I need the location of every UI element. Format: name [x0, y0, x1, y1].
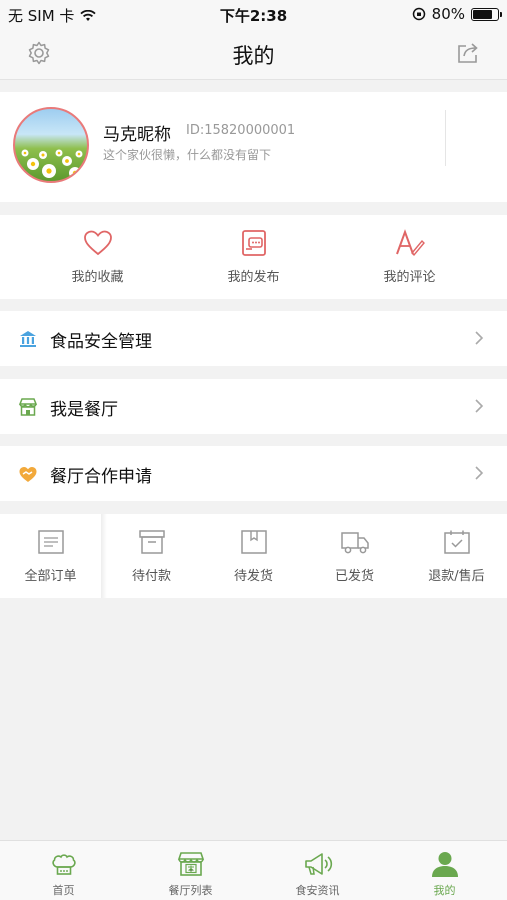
tab-food-safety-news[interactable]: 食安资讯 — [254, 841, 381, 900]
quick-actions: 我的收藏 我的发布 我的评论 — [0, 215, 507, 299]
nav-bar: 我的 — [0, 28, 507, 80]
chevron-right-icon — [475, 331, 484, 345]
daisy-field-image — [21, 149, 83, 179]
chevron-right-icon — [475, 466, 484, 480]
menu-row-label: 食品安全管理 — [50, 332, 152, 352]
menu-row-cooperation[interactable]: 餐厅合作申请 — [0, 446, 507, 501]
quick-action-label: 我的评论 — [383, 270, 436, 285]
quick-action-comments[interactable]: 我的评论 — [325, 215, 494, 299]
quick-action-label: 我的发布 — [227, 270, 280, 285]
menu-row-label: 餐厅合作申请 — [50, 467, 152, 487]
tab-bar: 首页 餐厅列表 食安资讯 我的 — [0, 840, 507, 900]
order-label: 已发货 — [334, 569, 374, 584]
user-bio: 这个家伙很懒，什么都没有留下 — [103, 148, 272, 162]
chevron-right-icon — [475, 399, 484, 413]
battery-icon — [471, 7, 502, 21]
heart-icon — [83, 230, 112, 256]
tab-home[interactable]: 首页 — [0, 841, 127, 900]
megaphone-icon — [304, 853, 332, 875]
orientation-lock-icon — [412, 7, 425, 21]
share-icon[interactable] — [455, 40, 481, 66]
tab-label: 我的 — [433, 884, 456, 897]
package-icon — [240, 530, 267, 554]
bank-icon — [20, 331, 36, 347]
order-label: 全部订单 — [24, 569, 77, 584]
status-bar: 无 SIM 卡 下午2:38 80% — [0, 0, 507, 28]
menu-row-label: 我是餐厅 — [50, 400, 118, 420]
tab-label: 首页 — [52, 884, 75, 897]
orders-pending-shipment[interactable]: 待发货 — [203, 514, 304, 598]
menu-row-food-safety[interactable]: 食品安全管理 — [0, 311, 507, 366]
tab-label: 食安资讯 — [295, 884, 340, 897]
order-label: 待付款 — [131, 569, 171, 584]
profile-card[interactable]: 马克昵称 ID:15820000001 这个家伙很懒，什么都没有留下 — [0, 92, 507, 250]
tab-label: 餐厅列表 — [168, 884, 213, 897]
quick-action-publish[interactable]: 我的发布 — [169, 215, 338, 299]
user-id: ID:15820000001 — [186, 123, 296, 138]
profile-divider — [445, 110, 446, 166]
order-label: 退款/售后 — [428, 569, 485, 584]
storefront-icon — [177, 852, 204, 876]
order-list-icon — [37, 530, 64, 554]
quick-action-favorites[interactable]: 我的收藏 — [13, 215, 182, 299]
orders-all[interactable]: 全部订单 — [0, 514, 101, 598]
wallet-box-icon — [138, 530, 165, 554]
handshake-icon — [19, 467, 37, 482]
order-status-bar: 全部订单 待付款 待发货 已发货 退款/售后 — [0, 514, 507, 598]
orders-shipped[interactable]: 已发货 — [304, 514, 405, 598]
page-title: 我的 — [232, 44, 275, 68]
quick-action-label: 我的收藏 — [71, 270, 124, 285]
orders-refund-aftersale[interactable]: 退款/售后 — [406, 514, 507, 598]
order-label: 待发货 — [233, 569, 273, 584]
status-right: 80% — [412, 5, 502, 23]
calendar-check-icon — [443, 530, 470, 554]
shop-icon — [18, 398, 38, 416]
tab-restaurant-list[interactable]: 餐厅列表 — [127, 841, 254, 900]
chef-hat-icon — [51, 854, 76, 875]
user-icon — [431, 852, 458, 877]
publish-icon — [241, 230, 266, 256]
battery-percent: 80% — [431, 5, 465, 23]
battery-fill — [473, 9, 493, 19]
menu-row-restaurant[interactable]: 我是餐厅 — [0, 379, 507, 434]
truck-icon — [340, 532, 369, 554]
comment-pen-icon — [395, 229, 425, 257]
nickname: 马克昵称 — [103, 125, 171, 145]
tab-mine[interactable]: 我的 — [381, 841, 507, 900]
avatar[interactable] — [13, 107, 89, 183]
orders-pending-payment[interactable]: 待付款 — [101, 514, 202, 598]
